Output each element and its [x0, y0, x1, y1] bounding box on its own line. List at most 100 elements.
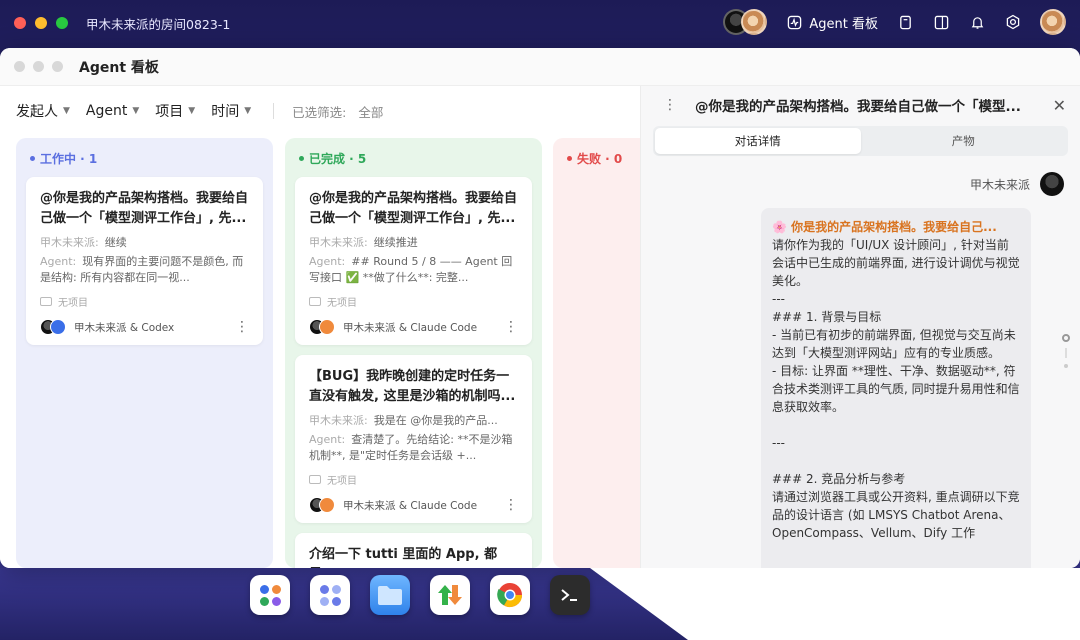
codex-icon — [50, 319, 66, 335]
terminal-icon — [561, 589, 577, 601]
room-title: 甲木未来派的房间0823-1 — [86, 16, 231, 32]
task-card[interactable]: @你是我的产品架构搭档。我要给自己做一个「模型测评工作台」, 先... 甲木未来… — [295, 177, 532, 345]
panel-title: @你是我的产品架构搭档。我要给自己做一个「模型... — [695, 99, 1021, 115]
agent-label: Agent: — [309, 255, 346, 268]
close-window-button[interactable] — [14, 17, 26, 29]
more-options-icon[interactable]: ⋮ — [235, 320, 249, 334]
message-heading: 🌸 你是我的产品架构搭档。我要给自己... — [772, 220, 997, 234]
filter-agent[interactable]: Agent ▼ — [86, 103, 139, 119]
card-agent-line: Agent: 查清楚了。先给结论: **不是沙箱机制**, 是"定时任务是会话级 … — [309, 432, 518, 464]
column-header: 已完成 · 5 — [299, 150, 532, 167]
activity-icon — [785, 13, 803, 31]
host-title-bar: 甲木未来派的房间0823-1 Agent 看板 — [0, 0, 1080, 46]
project-name: 无项目 — [327, 298, 357, 309]
dock-app-terminal[interactable] — [550, 575, 590, 615]
dock-app-tutti[interactable] — [250, 575, 290, 615]
close-icon[interactable]: ✕ — [1053, 96, 1066, 115]
card-title: 介绍一下 tutti 里面的 App, 都是... — [309, 547, 498, 568]
folder-icon — [40, 297, 52, 306]
transfer-arrows-icon — [438, 585, 462, 605]
participants-avatars[interactable] — [723, 9, 768, 35]
filter-initiator[interactable]: 发起人 ▼ — [16, 101, 70, 121]
card-owner: 甲木未来派 & Claude Code — [343, 321, 478, 334]
bell-icon[interactable] — [968, 13, 986, 31]
selected-filters-label: 已选筛选: — [292, 104, 347, 120]
settings-icon[interactable] — [1004, 13, 1022, 31]
column-running: 工作中 · 1 @你是我的产品架构搭档。我要给自己做一个「模型测评工作台」, 先… — [16, 138, 273, 568]
scroll-position-icon — [1062, 334, 1070, 342]
card-agent-line: Agent: ## Round 5 / 8 —— Agent 回写接口 ✅ **做… — [309, 254, 518, 286]
bookmark-icon[interactable] — [896, 13, 914, 31]
more-options-icon[interactable]: ⋮ — [504, 320, 518, 334]
card-user-line: 甲木未来派: 继续 — [40, 235, 249, 250]
split-view-icon[interactable] — [932, 13, 950, 31]
user-avatar[interactable] — [1040, 9, 1066, 35]
status-dot — [299, 156, 304, 161]
task-card[interactable]: 介绍一下 tutti 里面的 App, 都是... — [295, 533, 532, 568]
folder-icon — [309, 475, 321, 484]
claude-code-icon — [319, 319, 335, 335]
dock-app-chrome[interactable] — [490, 575, 530, 615]
chevron-down-icon: ▼ — [132, 106, 140, 116]
sender-name: 甲木未来派 — [969, 177, 1030, 192]
more-options-icon[interactable]: ⋮ — [663, 97, 677, 113]
card-project: 无项目 — [40, 294, 249, 309]
filter-label: 时间 — [211, 104, 240, 120]
chrome-icon — [497, 583, 522, 608]
card-footer: 甲木未来派 & Claude Code ⋮ — [309, 319, 518, 335]
card-agent-line: Agent: 现有界面的主要问题不是颜色, 而是结构: 所有内容都在同一视... — [40, 254, 249, 286]
filter-bar: 发起人 ▼ Agent ▼ 项目 ▼ 时间 ▼ 已选筛选: 全部 — [0, 86, 640, 136]
card-title: @你是我的产品架构搭档。我要给自己做一个「模型测评工作台」, 先... — [309, 191, 518, 226]
card-project: 无项目 — [309, 472, 518, 487]
minimize-window-button[interactable] — [35, 17, 47, 29]
message-sender: 甲木未来派 — [970, 172, 1064, 196]
card-user-line: 甲木未来派: 我是在 @你是我的产品... — [309, 413, 518, 428]
card-user-line: 甲木未来派: 继续推进 — [309, 235, 518, 250]
maximize-window-button[interactable] — [52, 61, 63, 72]
close-window-button[interactable] — [14, 61, 25, 72]
agent-label: Agent: — [40, 255, 77, 268]
card-title: 【BUG】我昨晚创建的定时任务一直没有触发, 这里是沙箱的机制吗... — [309, 369, 516, 404]
column-header: 工作中 · 1 — [30, 150, 263, 167]
user-label: 甲木未来派: — [40, 236, 99, 249]
folder-icon — [378, 586, 402, 605]
divider — [273, 103, 275, 119]
host-window-controls — [14, 17, 68, 29]
project-name: 无项目 — [58, 298, 88, 309]
tab-conversation-details[interactable]: 对话详情 — [655, 128, 861, 154]
column-title: 已完成 · 5 — [309, 152, 367, 166]
agent-kanban-window: Agent 看板 发起人 ▼ Agent ▼ 项目 ▼ 时间 ▼ 已选筛选: 全… — [0, 48, 1080, 568]
task-card[interactable]: @你是我的产品架构搭档。我要给自己做一个「模型测评工作台」, 先... 甲木未来… — [26, 177, 263, 345]
chevron-down-icon: ▼ — [188, 106, 196, 116]
column-done: 已完成 · 5 @你是我的产品架构搭档。我要给自己做一个「模型测评工作台」, 先… — [285, 138, 542, 568]
kanban-board: 发起人 ▼ Agent ▼ 项目 ▼ 时间 ▼ 已选筛选: 全部 工作中 · 1… — [0, 86, 673, 568]
claude-code-icon — [319, 497, 335, 513]
tab-artifacts[interactable]: 产物 — [861, 128, 1067, 154]
dock-app-agents[interactable] — [310, 575, 350, 615]
panel-header: ⋮ @你是我的产品架构搭档。我要给自己做一个「模型... ✕ — [641, 86, 1080, 124]
card-title: @你是我的产品架构搭档。我要给自己做一个「模型测评工作台」, 先... — [40, 191, 249, 226]
card-owner: 甲木未来派 & Claude Code — [343, 499, 478, 512]
more-options-icon[interactable]: ⋮ — [504, 498, 518, 512]
filter-project[interactable]: 项目 ▼ — [155, 101, 195, 121]
filter-label: 项目 — [155, 104, 184, 120]
scroll-indicator[interactable] — [1062, 334, 1070, 368]
task-card[interactable]: 【BUG】我昨晚创建的定时任务一直没有触发, 这里是沙箱的机制吗... 甲木未来… — [295, 355, 532, 523]
avatar — [1040, 172, 1064, 196]
chevron-down-icon: ▼ — [244, 106, 252, 116]
scroll-marker — [1064, 364, 1068, 368]
agent-label: Agent: — [309, 433, 346, 446]
card-project: 无项目 — [309, 294, 518, 309]
card-footer: 甲木未来派 & Claude Code ⋮ — [309, 497, 518, 513]
minimize-window-button[interactable] — [33, 61, 44, 72]
maximize-window-button[interactable] — [56, 17, 68, 29]
status-dot — [30, 156, 35, 161]
agent-kanban-button[interactable]: Agent 看板 — [785, 13, 878, 32]
window-title: Agent 看板 — [79, 59, 159, 76]
user-label: 甲木未来派: — [309, 236, 368, 249]
window-header: Agent 看板 — [0, 48, 1080, 86]
filter-time[interactable]: 时间 ▼ — [211, 101, 251, 121]
status-dot — [567, 156, 572, 161]
dock-app-transfer[interactable] — [430, 575, 470, 615]
dock-app-files[interactable] — [370, 575, 410, 615]
